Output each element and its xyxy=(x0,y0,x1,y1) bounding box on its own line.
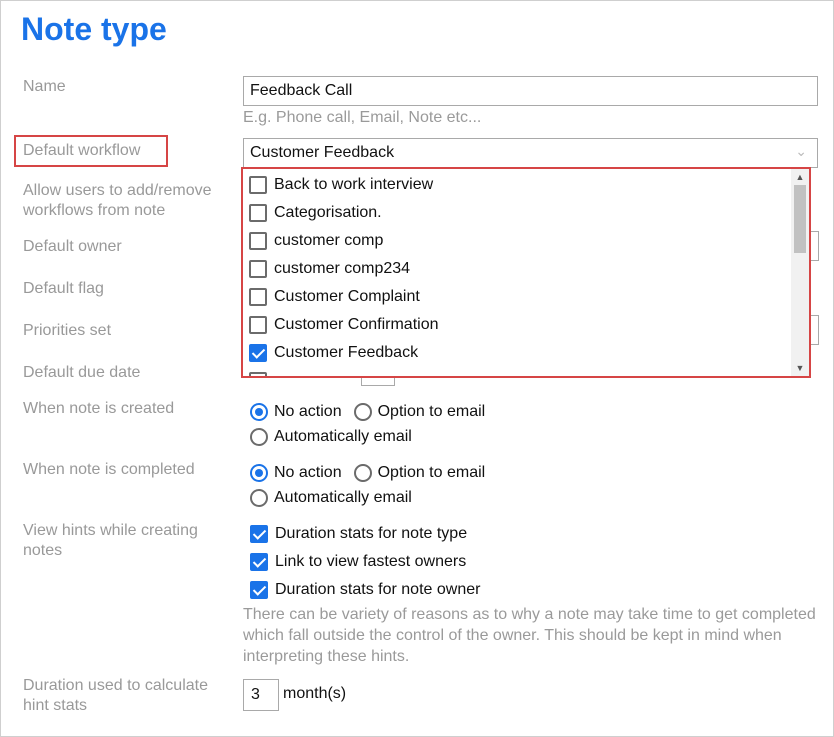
allow-users-label: Allow users to add/remove workflows from… xyxy=(23,182,212,219)
radio-option-to-email[interactable] xyxy=(353,403,372,421)
dropdown-scrollbar[interactable]: ▲ ▼ xyxy=(791,169,809,376)
radio-label: Option to email xyxy=(377,464,486,481)
scroll-down-icon[interactable]: ▼ xyxy=(791,360,809,376)
dropdown-item[interactable]: Categorisation. xyxy=(249,199,382,227)
radio-option-to-email[interactable] xyxy=(353,464,372,482)
dropdown-item[interactable]: customer comp234 xyxy=(249,255,410,283)
default-due-date-label: Default due date xyxy=(23,364,141,381)
default-workflow-select[interactable]: Customer Feedback ⌄ xyxy=(243,138,818,168)
dropdown-item-label: Customer Feedback xyxy=(274,344,419,361)
view-hints-note: There can be variety of reasons as to wh… xyxy=(243,606,816,665)
view-hints-label: View hints while creating notes xyxy=(23,522,198,559)
checkbox[interactable] xyxy=(250,581,268,599)
checkbox[interactable] xyxy=(249,372,267,376)
dropdown-item-label: customer comp234 xyxy=(274,260,411,277)
radio-automatically-email[interactable] xyxy=(250,428,268,446)
dropdown-item-label: Customer Complaint xyxy=(274,288,420,305)
default-flag-label: Default flag xyxy=(23,280,104,297)
checkbox-label: Duration stats for note owner xyxy=(275,581,481,598)
when-completed-label: When note is completed xyxy=(23,461,195,478)
radio-label: No action xyxy=(274,464,342,481)
when-created-radio-group: No action Option to email xyxy=(250,403,485,421)
name-hint: E.g. Phone call, Email, Note etc... xyxy=(243,109,482,126)
checkbox[interactable] xyxy=(250,525,268,543)
default-due-date-field-edge[interactable] xyxy=(361,378,395,386)
checkbox[interactable] xyxy=(249,176,267,194)
radio-label: Automatically email xyxy=(274,428,412,445)
checkbox[interactable] xyxy=(249,260,267,278)
default-owner-label: Default owner xyxy=(23,238,122,255)
hint-checkbox-row[interactable]: Link to view fastest owners xyxy=(250,553,466,571)
dropdown-item[interactable]: customer comp xyxy=(249,227,383,255)
scroll-up-icon[interactable]: ▲ xyxy=(791,169,809,185)
checkbox[interactable] xyxy=(250,553,268,571)
page-title: Note type xyxy=(21,11,167,47)
radio-automatically-email[interactable] xyxy=(250,489,268,507)
dropdown-item[interactable]: Customer Feedback xyxy=(249,339,418,367)
checkbox[interactable] xyxy=(249,316,267,334)
note-type-panel: Note type Name Feedback Call E.g. Phone … xyxy=(0,0,834,737)
checkbox[interactable] xyxy=(249,288,267,306)
dropdown-item-label: Customer Confirmation xyxy=(274,316,439,333)
dropdown-item[interactable]: Customer Confirmation xyxy=(249,311,439,339)
dropdown-item[interactable]: Back to work interview xyxy=(249,171,433,199)
radio-label: No action xyxy=(274,403,342,420)
duration-label: Duration used to calculate hint stats xyxy=(23,677,208,714)
dropdown-item-label: customer comp xyxy=(274,232,384,249)
when-created-radio-group-2: Automatically email xyxy=(250,428,412,446)
radio-label: Automatically email xyxy=(274,489,412,506)
checkbox[interactable] xyxy=(249,232,267,250)
default-workflow-label: Default workflow xyxy=(14,135,169,167)
when-completed-radio-group-2: Automatically email xyxy=(250,489,412,507)
when-completed-radio-group: No action Option to email xyxy=(250,464,485,482)
duration-input[interactable]: 3 xyxy=(243,679,279,711)
hint-checkbox-row[interactable]: Duration stats for note owner xyxy=(250,581,480,599)
radio-label: Option to email xyxy=(377,403,486,420)
scrollbar-thumb[interactable] xyxy=(794,185,806,253)
dropdown-item-label: Categorisation. xyxy=(274,204,382,221)
chevron-down-icon: ⌄ xyxy=(795,143,807,159)
checkbox-label: Duration stats for note type xyxy=(275,525,468,542)
radio-no-action[interactable] xyxy=(250,403,268,421)
dropdown-item-partial[interactable] xyxy=(249,367,274,376)
when-created-label: When note is created xyxy=(23,400,175,417)
checkbox[interactable] xyxy=(249,344,267,362)
workflow-dropdown-list[interactable]: Back to work interview Categorisation. c… xyxy=(241,167,811,378)
dropdown-item-label: Back to work interview xyxy=(274,176,434,193)
dropdown-item[interactable]: Customer Complaint xyxy=(249,283,420,311)
name-input[interactable]: Feedback Call xyxy=(243,76,818,106)
default-workflow-value: Customer Feedback xyxy=(250,144,395,161)
hint-checkbox-row[interactable]: Duration stats for note type xyxy=(250,525,467,543)
checkbox[interactable] xyxy=(249,204,267,222)
name-label: Name xyxy=(23,78,66,95)
checkbox-label: Link to view fastest owners xyxy=(275,553,467,570)
duration-unit: month(s) xyxy=(283,685,347,702)
priorities-set-label: Priorities set xyxy=(23,322,112,339)
radio-no-action[interactable] xyxy=(250,464,268,482)
